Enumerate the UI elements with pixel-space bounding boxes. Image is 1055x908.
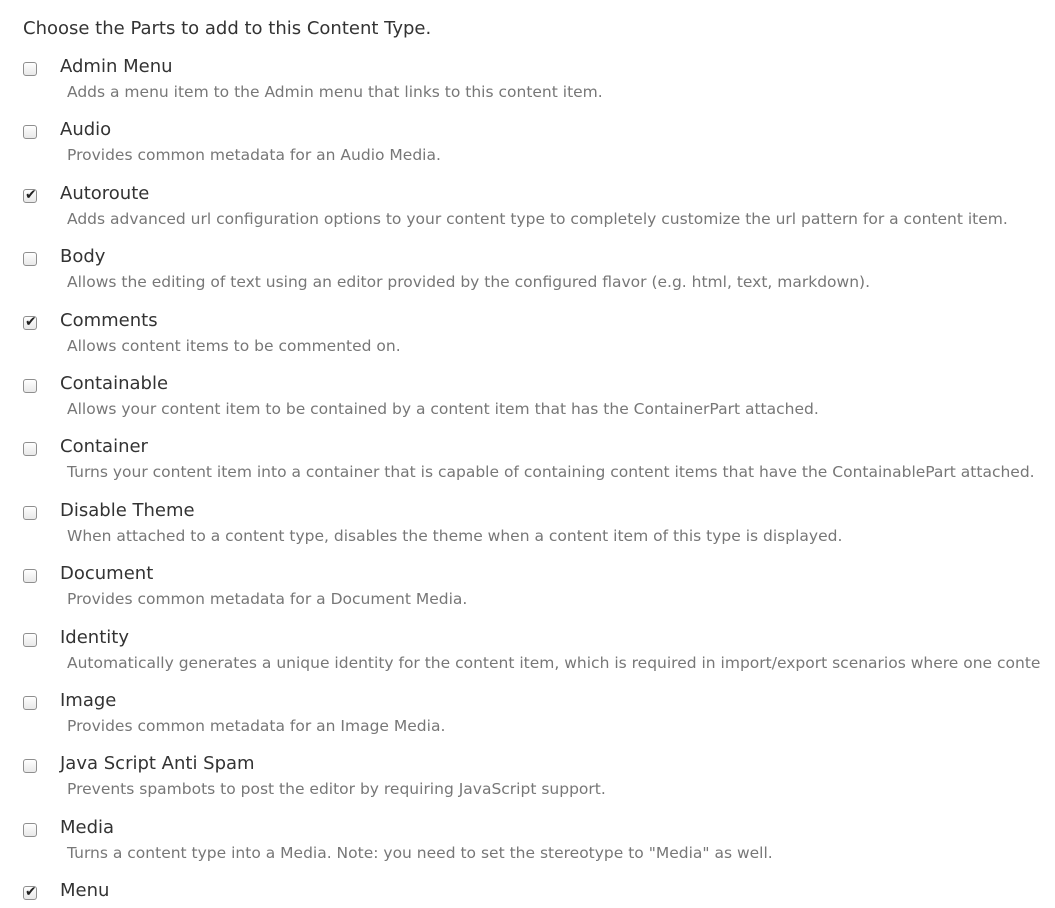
part-checkbox[interactable] (23, 379, 37, 393)
part-description: Allows your content item to be contained… (67, 400, 819, 418)
part-item: Identity Automatically generates a unique… (0, 627, 1055, 693)
part-checkbox[interactable]: ✔ (23, 313, 37, 330)
part-checkbox[interactable] (23, 822, 37, 837)
part-name-label[interactable]: Document (60, 563, 153, 584)
part-item: Admin Menu Adds a menu item to the Admin … (0, 56, 1055, 122)
part-item: Java Script Anti Spam Prevents spambots t… (0, 753, 1055, 819)
part-description: Allows the editing of text using an edit… (67, 273, 871, 292)
part-name-label[interactable]: Image (60, 690, 116, 711)
part-description: Provides common metadata for an Image Me… (67, 717, 446, 735)
part-checkbox[interactable]: ✔ (23, 884, 37, 901)
part-item: ✔ Autoroute Adds advanced url configuratio… (0, 183, 1055, 249)
part-checkbox[interactable] (23, 569, 37, 584)
part-name-label[interactable]: Disable Theme (60, 500, 195, 521)
part-item: Container Turns your content item into a … (0, 436, 1055, 502)
part-name-label[interactable]: Audio (60, 119, 111, 140)
part-name-label[interactable]: Container (60, 436, 148, 457)
part-checkbox[interactable] (23, 696, 37, 710)
part-name-label[interactable]: Java Script Anti Spam (60, 753, 255, 774)
content-type-parts-page: Choose the Parts to add to this Content … (0, 0, 1055, 908)
part-name-label[interactable]: Media (60, 817, 114, 838)
part-item: Disable Theme When attached to a content … (0, 500, 1055, 566)
part-description: Adds a menu item to the Admin menu that … (67, 83, 603, 101)
part-checkbox[interactable] (23, 632, 37, 647)
part-name-label[interactable]: Autoroute (60, 183, 149, 204)
part-description: When attached to a content type, disable… (67, 526, 843, 545)
part-description: Allows content items to be commented on. (67, 336, 401, 355)
part-name-label[interactable]: Admin Menu (60, 56, 173, 77)
checkmark-icon: ✔ (25, 313, 37, 330)
part-checkbox[interactable] (23, 252, 37, 267)
part-checkbox[interactable]: ✔ (23, 186, 37, 203)
part-description: Turns your content item into a container… (67, 463, 1035, 482)
part-item: ✔ Comments Allows content items to be comm… (0, 310, 1055, 376)
parts-prompt: Choose the Parts to add to this Content … (23, 18, 432, 39)
part-item: Containable Allows your content item to b… (0, 373, 1055, 439)
part-checkbox[interactable] (23, 505, 37, 520)
part-checkbox[interactable] (23, 62, 37, 76)
part-description: Adds advanced url configuration options … (67, 209, 1008, 228)
part-item: Body Allows the editing of text using an … (0, 246, 1055, 312)
part-item: ✔ Menu (0, 880, 1055, 908)
part-name-label[interactable]: Menu (60, 880, 109, 901)
part-checkbox[interactable] (23, 125, 37, 140)
part-description: Provides common metadata for an Audio Me… (67, 146, 441, 165)
part-item: Audio Provides common metadata for an Aud… (0, 119, 1055, 185)
part-name-label[interactable]: Identity (60, 627, 129, 648)
part-checkbox[interactable] (23, 759, 37, 774)
checkmark-icon: ✔ (25, 884, 37, 901)
part-description: Prevents spambots to post the editor by … (67, 780, 606, 799)
part-name-label[interactable]: Body (60, 246, 105, 267)
part-checkbox[interactable] (23, 442, 37, 457)
part-name-label[interactable]: Comments (60, 310, 158, 331)
part-item: Image Provides common metadata for an Ima… (0, 690, 1055, 756)
checkmark-icon: ✔ (25, 186, 37, 203)
part-item: Media Turns a content type into a Media. … (0, 817, 1055, 883)
part-item: Document Provides common metadata for a D… (0, 563, 1055, 629)
part-description: Turns a content type into a Media. Note:… (67, 843, 773, 862)
part-description: Provides common metadata for a Document … (67, 590, 468, 609)
part-description: Automatically generates a unique identit… (67, 653, 1041, 672)
part-name-label[interactable]: Containable (60, 373, 168, 394)
